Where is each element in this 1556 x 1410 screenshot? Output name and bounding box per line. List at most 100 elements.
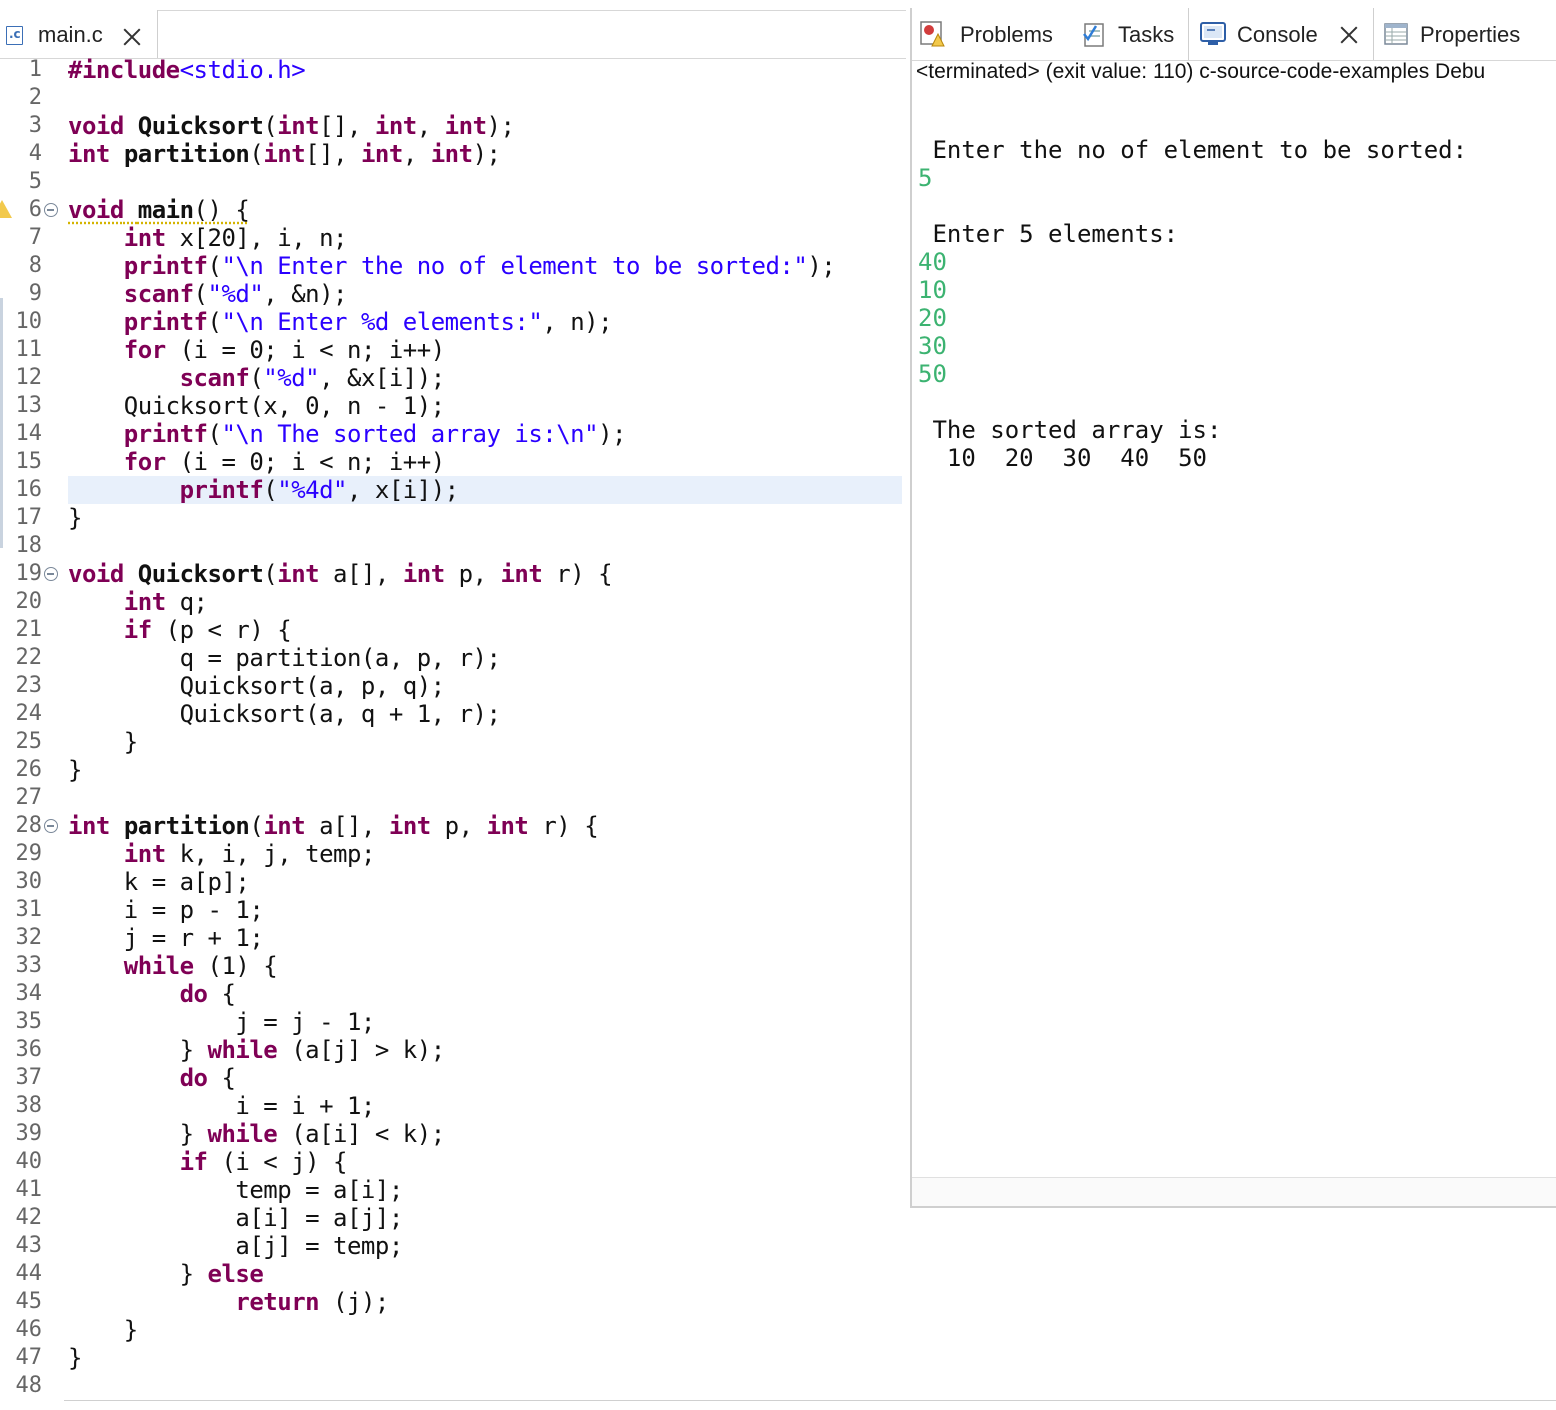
close-icon[interactable] [1339, 25, 1359, 45]
code-line[interactable]: 21 if (p < r) { [0, 616, 906, 644]
collapse-fold-icon[interactable] [44, 203, 58, 217]
code-text[interactable]: j = j - 1; [68, 1009, 375, 1035]
code-text[interactable]: } [68, 1345, 82, 1371]
code-text[interactable]: } while (a[i] < k); [68, 1121, 446, 1147]
code-line[interactable]: 20 int q; [0, 588, 906, 616]
code-text[interactable]: j = r + 1; [68, 925, 264, 951]
code-line[interactable]: 22 q = partition(a, p, r); [0, 644, 906, 672]
code-text[interactable]: k = a[p]; [68, 869, 250, 895]
code-line[interactable]: 45 return (j); [0, 1288, 906, 1316]
code-text[interactable]: int k, i, j, temp; [68, 841, 376, 867]
code-line[interactable]: 23 Quicksort(a, p, q); [0, 672, 906, 700]
code-line[interactable]: 37 do { [0, 1064, 906, 1092]
code-line[interactable]: 34 do { [0, 980, 906, 1008]
code-line[interactable]: 19 void Quicksort(int a[], int p, int r) … [0, 560, 906, 588]
code-line[interactable]: 3 void Quicksort(int[], int, int); [0, 112, 906, 140]
code-text[interactable]: Quicksort(a, p, q); [68, 673, 446, 699]
code-text[interactable]: Quicksort(a, q + 1, r); [68, 701, 501, 727]
tab-problems[interactable]: Problems [912, 8, 1072, 60]
code-line[interactable]: 14 printf("\n The sorted array is:\n"); [0, 420, 906, 448]
code-text[interactable]: scanf("%d", &n); [68, 281, 348, 307]
editor-tab-main-c[interactable]: .c main.c [0, 10, 158, 58]
code-line[interactable]: 4 int partition(int[], int, int); [0, 140, 906, 168]
code-text[interactable]: printf("%4d", x[i]); [68, 477, 459, 503]
code-text[interactable]: Quicksort(x, 0, n - 1); [68, 393, 445, 419]
code-text[interactable]: int partition(int a[], int p, int r) { [68, 813, 599, 839]
code-text[interactable]: if (p < r) { [68, 617, 292, 643]
code-line[interactable]: 24 Quicksort(a, q + 1, r); [0, 700, 906, 728]
code-line[interactable]: 44 } else [0, 1260, 906, 1288]
collapse-fold-icon[interactable] [44, 819, 58, 833]
code-line[interactable]: 41 temp = a[i]; [0, 1176, 906, 1204]
code-text[interactable]: scanf("%d", &x[i]); [68, 365, 446, 391]
code-line[interactable]: 8 printf("\n Enter the no of element to … [0, 252, 906, 280]
code-text[interactable]: void Quicksort(int a[], int p, int r) { [68, 561, 613, 587]
code-text[interactable]: int partition(int[], int, int); [68, 141, 501, 167]
code-text[interactable]: a[i] = a[j]; [68, 1205, 403, 1231]
code-text[interactable]: for (i = 0; i < n; i++) [68, 449, 445, 475]
code-text[interactable]: i = p - 1; [68, 897, 264, 923]
code-line[interactable]: 29 int k, i, j, temp; [0, 840, 906, 868]
code-line[interactable]: 39 } while (a[i] < k); [0, 1120, 906, 1148]
code-text[interactable]: do { [68, 981, 236, 1007]
code-line[interactable]: 5 [0, 168, 906, 196]
code-line[interactable]: 16 printf("%4d", x[i]); [0, 476, 906, 504]
code-line[interactable]: 46 } [0, 1316, 906, 1344]
code-line[interactable]: 30 k = a[p]; [0, 868, 906, 896]
code-line[interactable]: 35 j = j - 1; [0, 1008, 906, 1036]
code-text[interactable]: printf("\n Enter %d elements:", n); [68, 309, 613, 335]
code-text[interactable]: int x[20], i, n; [68, 225, 348, 251]
code-text[interactable]: } [68, 757, 82, 783]
code-text[interactable]: if (i < j) { [68, 1149, 348, 1175]
code-line[interactable]: 31 i = p - 1; [0, 896, 906, 924]
code-line[interactable]: 38 i = i + 1; [0, 1092, 906, 1120]
code-line[interactable]: 47} [0, 1344, 906, 1372]
code-text[interactable]: int q; [68, 589, 208, 615]
code-line[interactable]: 7 int x[20], i, n; [0, 224, 906, 252]
code-line[interactable]: 13 Quicksort(x, 0, n - 1); [0, 392, 906, 420]
code-line[interactable]: 17} [0, 504, 906, 532]
code-line[interactable]: 32 j = r + 1; [0, 924, 906, 952]
code-line[interactable]: 28 int partition(int a[], int p, int r) { [0, 812, 906, 840]
code-text[interactable]: q = partition(a, p, r); [68, 645, 501, 671]
code-text[interactable]: do { [68, 1065, 236, 1091]
code-line[interactable]: 18 [0, 532, 906, 560]
code-line[interactable]: 2 [0, 84, 906, 112]
code-line[interactable]: 9 scanf("%d", &n); [0, 280, 906, 308]
code-text[interactable]: } while (a[j] > k); [68, 1037, 446, 1063]
code-line[interactable]: 27 [0, 784, 906, 812]
code-line[interactable]: 10 printf("\n Enter %d elements:", n); [0, 308, 906, 336]
code-line[interactable]: 25 } [0, 728, 906, 756]
code-line[interactable]: 33 while (1) { [0, 952, 906, 980]
code-line[interactable]: 12 scanf("%d", &x[i]); [0, 364, 906, 392]
code-line[interactable]: 42 a[i] = a[j]; [0, 1204, 906, 1232]
code-text[interactable]: printf("\n Enter the no of element to be… [68, 253, 836, 279]
code-text[interactable]: a[j] = temp; [68, 1233, 403, 1259]
close-icon[interactable] [122, 27, 142, 47]
code-text[interactable]: } else [68, 1261, 264, 1287]
code-text[interactable]: for (i = 0; i < n; i++) [68, 337, 445, 363]
code-line[interactable]: 6 void main() { [0, 196, 906, 224]
code-line[interactable]: 43 a[j] = temp; [0, 1232, 906, 1260]
code-line[interactable]: 11 for (i = 0; i < n; i++) [0, 336, 906, 364]
code-line[interactable]: 15 for (i = 0; i < n; i++) [0, 448, 906, 476]
code-line[interactable]: 26} [0, 756, 906, 784]
code-text[interactable]: #include<stdio.h> [68, 57, 306, 83]
code-text[interactable]: return (j); [68, 1289, 389, 1315]
code-text[interactable]: void main() { [68, 197, 250, 223]
code-line[interactable]: 40 if (i < j) { [0, 1148, 906, 1176]
code-text[interactable]: printf("\n The sorted array is:\n"); [68, 421, 627, 447]
code-text[interactable]: } [68, 505, 82, 531]
code-line[interactable]: 1 #include<stdio.h> [0, 56, 906, 84]
code-text[interactable]: void Quicksort(int[], int, int); [68, 113, 515, 139]
code-text[interactable]: } [68, 1317, 138, 1343]
code-line[interactable]: 48 [0, 1372, 906, 1400]
tab-tasks[interactable]: Tasks [1072, 8, 1188, 60]
code-text[interactable]: temp = a[i]; [68, 1177, 403, 1203]
code-text[interactable]: while (1) { [68, 953, 278, 979]
tab-properties[interactable]: Properties [1374, 8, 1556, 60]
code-text[interactable]: } [68, 729, 138, 755]
code-line[interactable]: 36 } while (a[j] > k); [0, 1036, 906, 1064]
code-text[interactable]: i = i + 1; [68, 1093, 375, 1119]
code-editor[interactable]: .c main.c 1 #include<stdio.h> 2 3 void Quick… [0, 0, 1556, 1410]
